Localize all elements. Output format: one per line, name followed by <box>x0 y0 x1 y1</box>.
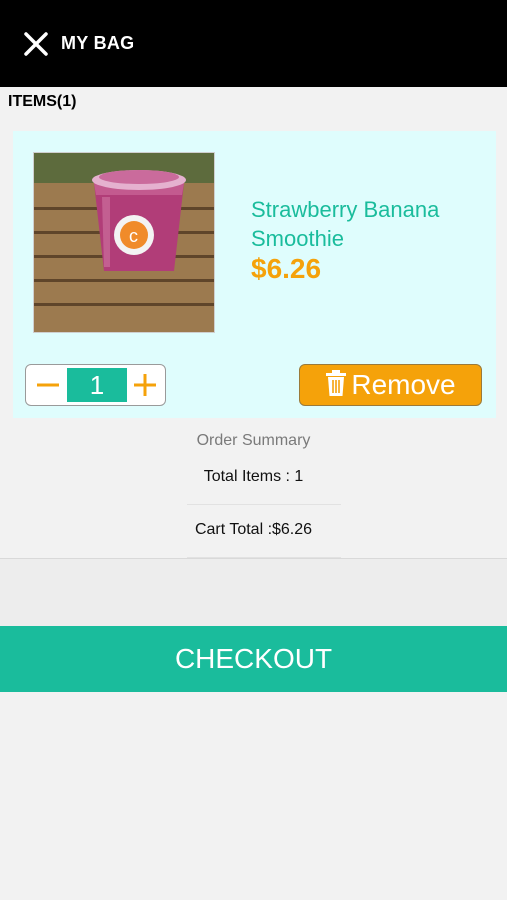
plus-icon <box>134 374 156 396</box>
items-count-heading: ITEMS(1) <box>8 93 77 110</box>
remove-label: Remove <box>351 369 456 400</box>
total-items: Total Items : 1 <box>203 468 304 485</box>
trash-icon <box>326 370 347 396</box>
cart-total: Cart Total :$6.26 <box>194 521 313 538</box>
product-price: $6.26 <box>251 253 322 284</box>
cart-item-card: c Strawberry Banana Smoothie $6.26 1 Rem… <box>13 131 496 418</box>
quantity-stepper: 1 <box>25 364 166 406</box>
product-image: c <box>33 152 215 333</box>
product-name: Strawberry Banana Smoothie <box>251 197 440 251</box>
quantity-value: 1 <box>67 368 127 402</box>
top-bar: MY BAG <box>0 0 507 87</box>
quantity-decrement-button[interactable] <box>28 365 68 405</box>
close-button[interactable] <box>22 30 50 58</box>
close-icon <box>24 32 48 56</box>
page-title: MY BAG <box>61 33 135 53</box>
order-summary-title: Order Summary <box>196 432 311 449</box>
checkout-label: CHECKOUT <box>174 643 333 674</box>
svg-text:c: c <box>129 226 138 246</box>
quantity-increment-button[interactable] <box>125 365 165 405</box>
remove-button[interactable]: Remove <box>299 364 482 406</box>
minus-icon <box>37 383 59 387</box>
divider <box>187 504 341 505</box>
checkout-button[interactable]: CHECKOUT <box>0 626 507 692</box>
spacer-band <box>0 559 507 626</box>
